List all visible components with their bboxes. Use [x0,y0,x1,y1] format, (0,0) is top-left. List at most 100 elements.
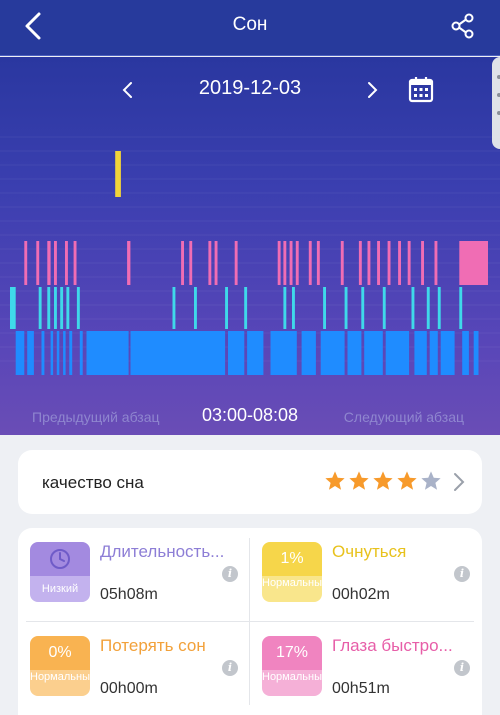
deep-segment [429,331,438,375]
deep-segment [228,331,245,375]
stat-name: Потерять сон [100,636,206,655]
star-filled-icon [325,471,345,490]
rem-segment [398,241,401,285]
rem-segment [289,241,293,285]
rem-segment [189,241,193,285]
deep-segment [301,331,316,375]
light-segment [38,287,42,329]
deep-segment [56,331,60,375]
rem-segment [234,241,238,285]
rem-segment [358,241,362,285]
stat-rem[interactable]: 17% Нормальный Глаза быстро... 00h51m i [250,622,482,715]
clock-icon [50,549,70,569]
light-segment [47,287,51,329]
star-empty-icon [421,471,441,490]
light-segment [426,287,430,329]
sleep-quality-label: качество сна [42,473,144,492]
deep-segment [462,331,469,375]
current-date: 2019-12-03 [198,77,302,99]
deep-segment [247,331,264,375]
date-navigator: 2019-12-03 [0,75,500,105]
deep-segment [69,331,73,375]
rem-segment [340,241,344,285]
previous-section-link[interactable]: Предыдущий абзац [32,409,160,425]
rem-segment [407,241,411,285]
rem-segment [459,241,488,285]
light-segment [382,287,386,329]
badge-level: Нормальный [262,670,322,696]
light-segment [283,287,287,329]
stat-lost-sleep[interactable]: 0% Нормальный Потерять сон 00h00m i [18,622,250,715]
stat-duration[interactable]: Низкий Длительность... 05h08m i [18,528,250,621]
chevron-right-icon[interactable] [452,470,466,494]
badge-level: Нормальный [30,670,90,696]
rem-segment [434,241,438,285]
info-icon[interactable]: i [222,660,238,676]
light-segment [344,287,348,329]
stat-value: 00h00m [100,680,158,697]
badge-percent: 1% [262,542,322,576]
stat-name: Очнуться [332,542,407,561]
rem-segment [277,241,281,285]
deep-segment [270,331,297,375]
light-segment [76,287,80,329]
info-icon[interactable]: i [454,660,470,676]
deep-segment [63,331,66,375]
rem-segment [308,241,312,285]
rem-segment [421,241,424,285]
next-day-icon[interactable] [362,78,382,102]
rem-segment [295,241,299,285]
next-section-link[interactable]: Следующий абзац [344,409,464,425]
badge-top [30,542,90,576]
rem-segment [65,241,68,285]
badge-level: Низкий [30,576,90,602]
rem-segment [377,241,380,285]
previous-day-icon[interactable] [118,78,138,102]
light-segment [411,287,415,329]
deep-segment [130,331,226,375]
rem-segment [36,241,40,285]
calendar-icon[interactable] [408,75,434,103]
deep-segment [27,331,34,375]
stat-value: 05h08m [100,586,158,603]
stat-name: Длительность... [100,542,225,561]
star-filled-icon [349,471,369,490]
deep-segment [79,331,83,375]
awake-segment [115,151,121,197]
rem-segment [73,241,77,285]
light-segment [10,287,16,329]
light-segment [194,287,197,329]
deep-segment [440,331,455,375]
light-segment [292,287,295,329]
light-segment [225,287,228,329]
rem-segment [283,241,287,285]
light-segment [361,287,365,329]
page-title: Сон [232,14,268,35]
deep-segment [385,331,410,375]
info-icon[interactable]: i [454,566,470,582]
deep-segment [414,331,427,375]
rem-segment [127,241,131,285]
light-segment [437,287,441,329]
share-icon[interactable] [450,12,476,40]
deep-segment [86,331,129,375]
stat-name: Глаза быстро... [332,636,453,655]
top-bar: Сон [0,0,500,56]
sleep-stage-chart [0,136,500,375]
stat-awake[interactable]: 1% Нормальный Очнуться 00h02m i [250,528,482,621]
rem-segment [214,241,218,285]
light-segment [54,287,57,329]
deep-segment [15,331,25,375]
duration-badge: Низкий [30,542,90,602]
deep-segment [50,331,54,375]
rem-segment [208,241,212,285]
star-rating [324,470,444,494]
time-range: 03:00-08:08 [201,405,299,425]
lost-sleep-badge: 0% Нормальный [30,636,90,696]
info-icon[interactable]: i [222,566,238,582]
light-segment [459,287,463,329]
badge-percent: 0% [30,636,90,670]
sleep-quality-card[interactable]: качество сна [18,450,482,514]
awake-badge: 1% Нормальный [262,542,322,602]
sleep-chart-panel: 2019-12-03 Предыдущий абзац 03:00-08:08 … [0,57,500,435]
